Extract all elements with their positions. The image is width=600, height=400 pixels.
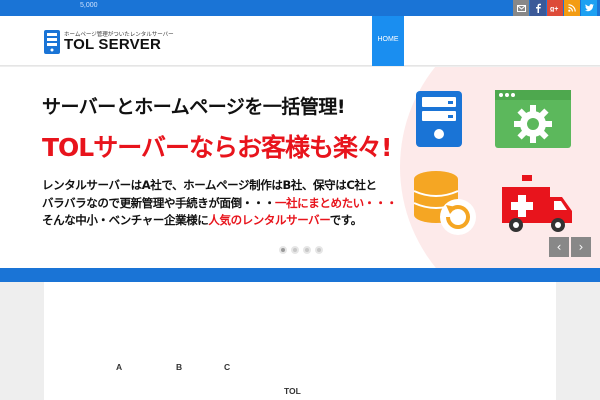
hero-body-line-1: レンタルサーバーはA社で、ホームページ制作はB社、保守はC社と (42, 178, 377, 192)
column-label-c: C (224, 362, 231, 372)
hero-body-line-3a: そんな中小・ベンチャー企業様に (42, 213, 209, 227)
column-label-a: A (116, 362, 123, 372)
server-icon (416, 91, 462, 147)
site-header: ホームページ管理がついたレンタルサーバー TOL SERVER (0, 16, 600, 66)
ambulance-icon (502, 175, 572, 232)
column-label-b: B (176, 362, 183, 372)
slider-dot-2[interactable] (291, 246, 299, 254)
hero-body-text: レンタルサーバーはA社で、ホームページ制作はB社、保守はC社と バラバラなので更… (42, 177, 397, 230)
gear-window-icon (495, 90, 571, 148)
hero-headline: サーバーとホームページを一括管理! (42, 96, 346, 118)
slider-prev-button[interactable]: ‹ (549, 237, 569, 257)
phone-number: 5,000 (80, 2, 98, 9)
facebook-icon[interactable] (530, 0, 546, 16)
twitter-icon[interactable] (581, 0, 597, 16)
hero-body-line-3b: 人気のレンタルサーバー (208, 213, 330, 227)
hero-slider: サーバーとホームページを一括管理! TOLサーバーならお客様も楽々! レンタルサ… (0, 67, 600, 268)
hero-body-line-2a: バラバラなので更新管理や手続きが面倒・・・ (42, 195, 275, 210)
hero-body-line-3c: です。 (329, 213, 363, 227)
googleplus-icon[interactable]: g+ (547, 0, 563, 16)
nav-home[interactable]: HOME (372, 16, 404, 66)
hero-subheadline: TOLサーバーならお客様も楽々! (42, 133, 392, 162)
rss-icon[interactable] (564, 0, 580, 16)
content-footer-label: TOL (284, 386, 301, 396)
server-logo-icon (44, 30, 60, 54)
section-divider-bar (0, 268, 600, 282)
hero-body-line-2: バラバラなので更新管理や手続きが面倒・・・一社にまとめたい・・・ (42, 195, 397, 213)
slider-dot-1[interactable] (279, 246, 287, 254)
social-links: g+ (513, 0, 597, 16)
slider-pagination (279, 246, 323, 254)
slider-dot-4[interactable] (315, 246, 323, 254)
logo-brand: TOL SERVER (64, 36, 162, 53)
mail-icon[interactable] (513, 0, 529, 16)
svg-text:g+: g+ (550, 6, 558, 12)
hero-body-line-3: そんな中小・ベンチャー企業様に人気のレンタルサーバーです。 (42, 212, 397, 230)
slider-dot-3[interactable] (303, 246, 311, 254)
site-logo[interactable]: ホームページ管理がついたレンタルサーバー TOL SERVER (44, 30, 174, 56)
database-backup-icon (413, 171, 476, 235)
hero-body-line-2b: 一社にまとめたい・・・ (274, 195, 398, 210)
slider-next-button[interactable]: › (571, 237, 591, 257)
main-content: A B C TOL (44, 282, 556, 400)
top-bar: 5,000 g+ (0, 0, 600, 16)
